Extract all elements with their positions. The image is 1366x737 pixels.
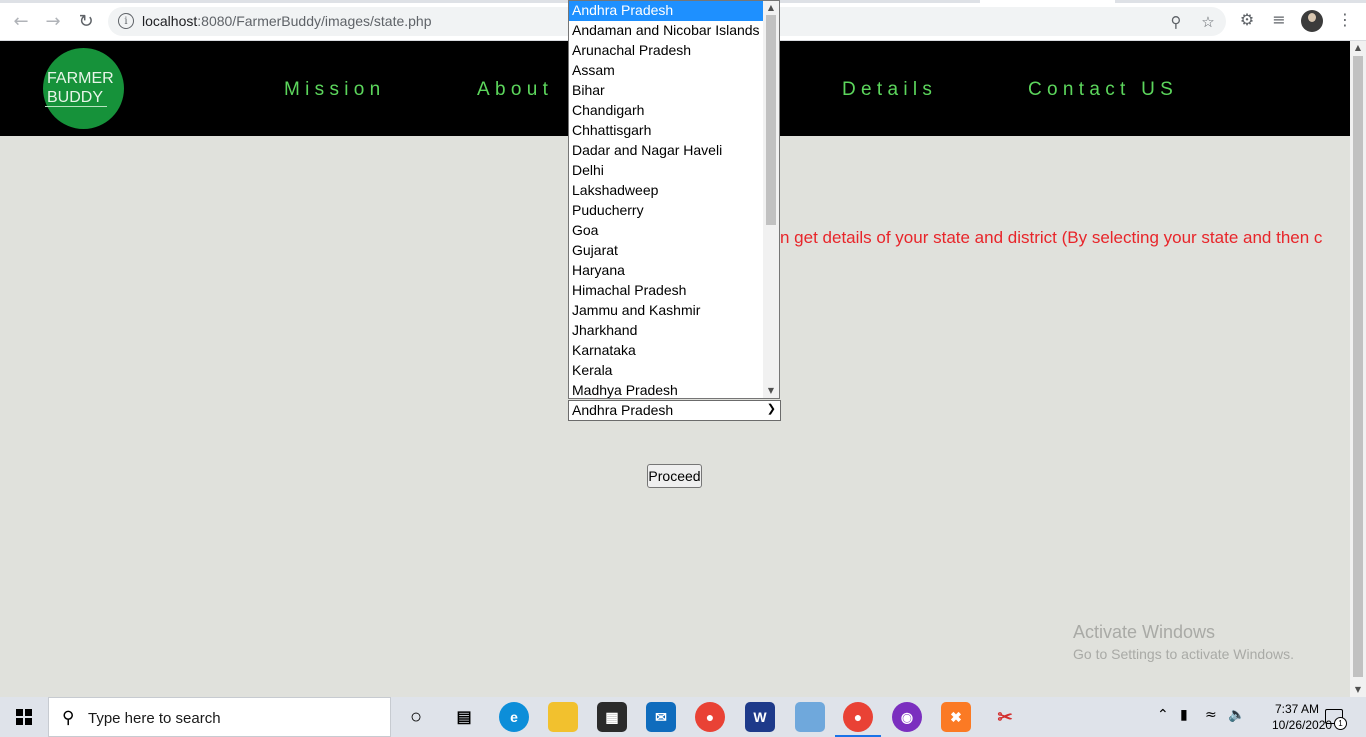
forward-icon[interactable]: →: [41, 9, 65, 33]
reload-icon[interactable]: ↻: [74, 9, 98, 33]
page-scroll-up-icon[interactable]: ▲: [1350, 41, 1366, 55]
file-explorer-icon[interactable]: [548, 702, 578, 732]
logo-line1: FARMER: [47, 70, 114, 87]
intro-text: n get details of your state and district…: [780, 228, 1323, 247]
zoom-icon[interactable]: ⚲: [1168, 14, 1184, 30]
state-option[interactable]: Chhattisgarh: [569, 121, 779, 141]
state-option[interactable]: Himachal Pradesh: [569, 281, 779, 301]
scroll-down-icon[interactable]: ▼: [763, 384, 779, 398]
page-scrollbar[interactable]: ▲ ▼: [1350, 41, 1366, 697]
task-view-icon[interactable]: ▤: [449, 702, 479, 732]
chrome-icon[interactable]: ●: [695, 702, 725, 732]
url-text[interactable]: localhost:8080/FarmerBuddy/images/state.…: [142, 13, 432, 29]
state-option[interactable]: Andhra Pradesh: [569, 1, 779, 21]
tab-strip: [0, 0, 980, 3]
watermark-subtitle: Go to Settings to activate Windows.: [1073, 646, 1294, 662]
chrome-active-icon[interactable]: ●: [835, 702, 881, 737]
edge-icon[interactable]: e: [499, 702, 529, 732]
state-option[interactable]: Karnataka: [569, 341, 779, 361]
back-icon[interactable]: ←: [9, 9, 33, 33]
nav-about[interactable]: About: [477, 79, 553, 101]
state-option[interactable]: Puducherry: [569, 201, 779, 221]
media-control-icon[interactable]: ≡: [1269, 10, 1289, 30]
search-placeholder: Type here to search: [88, 710, 221, 727]
chevron-down-icon: ❯: [766, 403, 776, 415]
state-option[interactable]: Madhya Pradesh: [569, 381, 779, 398]
state-option[interactable]: Jharkhand: [569, 321, 779, 341]
state-option[interactable]: Dadar and Nagar Haveli: [569, 141, 779, 161]
state-option[interactable]: Assam: [569, 61, 779, 81]
xampp-icon[interactable]: ✖: [941, 702, 971, 732]
state-options: Andhra Pradesh Andaman and Nicobar Island…: [569, 1, 779, 398]
taskbar-search[interactable]: ⚲ Type here to search: [48, 697, 391, 737]
nav-details[interactable]: Details: [842, 79, 937, 101]
cortana-icon[interactable]: ○: [401, 702, 431, 732]
clock-time: 7:37 AM: [1274, 702, 1320, 716]
logo-rule: [45, 106, 107, 107]
profile-avatar[interactable]: [1301, 10, 1323, 32]
state-option[interactable]: Haryana: [569, 261, 779, 281]
logo-line2: BUDDY: [47, 89, 104, 106]
state-option[interactable]: Gujarat: [569, 241, 779, 261]
nav-contact-us[interactable]: Contact US: [1028, 79, 1178, 101]
mail-icon[interactable]: ✉: [646, 702, 676, 732]
watermark-title: Activate Windows: [1073, 622, 1216, 642]
url-path: :8080/FarmerBuddy/images/state.php: [197, 13, 432, 29]
nav-mission[interactable]: Mission: [284, 79, 386, 101]
state-dropdown-list[interactable]: Andhra Pradesh Andaman and Nicobar Island…: [568, 0, 780, 399]
start-button[interactable]: [0, 697, 48, 737]
tab-strip-right: [1115, 0, 1366, 3]
store-icon[interactable]: ▦: [597, 702, 627, 732]
taskbar: ⚲ Type here to search ○ ▤ e ▦ ✉ ● W ● ◉ …: [0, 697, 1366, 737]
page-scroll-down-icon[interactable]: ▼: [1350, 683, 1366, 697]
computer-icon[interactable]: [795, 702, 825, 732]
state-option[interactable]: Goa: [569, 221, 779, 241]
volume-icon[interactable]: 🔈: [1228, 707, 1245, 723]
tray-chevron-icon[interactable]: ⌃: [1157, 707, 1169, 723]
scroll-up-icon[interactable]: ▲: [763, 1, 779, 15]
search-icon: ⚲: [62, 708, 75, 728]
app-icon[interactable]: ◉: [892, 702, 922, 732]
state-option[interactable]: Delhi: [569, 161, 779, 181]
state-option[interactable]: Jammu and Kashmir: [569, 301, 779, 321]
state-option[interactable]: Andaman and Nicobar Islands: [569, 21, 779, 41]
url-host: localhost: [142, 13, 198, 29]
dropdown-scroll-thumb[interactable]: [766, 15, 776, 225]
menu-icon[interactable]: ⋮: [1335, 10, 1355, 30]
state-select[interactable]: Andhra Pradesh ❯: [568, 400, 781, 421]
state-option[interactable]: Lakshadweep: [569, 181, 779, 201]
notification-badge: 1: [1334, 717, 1347, 730]
extensions-icon[interactable]: ⚙: [1237, 10, 1257, 30]
farmer-buddy-logo[interactable]: FARMER BUDDY: [43, 48, 124, 129]
page-scroll-thumb[interactable]: [1353, 56, 1363, 677]
state-option[interactable]: Arunachal Pradesh: [569, 41, 779, 61]
word-icon[interactable]: W: [745, 702, 775, 732]
site-info-icon[interactable]: i: [118, 13, 134, 29]
bookmark-star-icon[interactable]: ☆: [1200, 14, 1216, 30]
state-option[interactable]: Chandigarh: [569, 101, 779, 121]
windows-icon: [16, 709, 32, 725]
proceed-button[interactable]: Proceed: [647, 464, 702, 488]
snipping-tool-icon[interactable]: ✂: [990, 702, 1020, 732]
state-select-value: Andhra Pradesh: [572, 402, 674, 418]
state-option[interactable]: Bihar: [569, 81, 779, 101]
dropdown-scrollbar[interactable]: ▲ ▼: [763, 1, 779, 398]
system-clock[interactable]: 7:37 AM 10/26/2020: [1272, 701, 1333, 733]
battery-icon[interactable]: ▮: [1180, 707, 1188, 723]
clock-date: 10/26/2020: [1272, 718, 1333, 732]
activate-windows-watermark: Activate Windows Go to Settings to activ…: [1073, 622, 1294, 662]
state-option[interactable]: Kerala: [569, 361, 779, 381]
wifi-icon[interactable]: ≈: [1205, 707, 1217, 723]
